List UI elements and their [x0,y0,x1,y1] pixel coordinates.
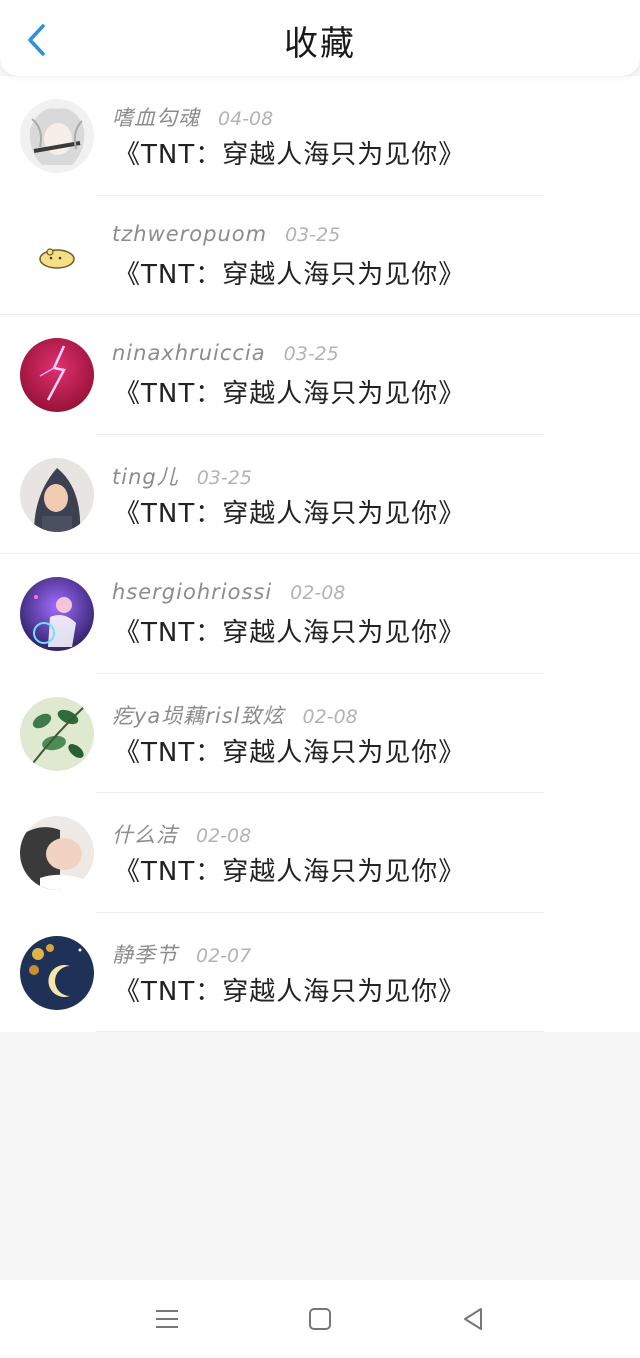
divider [96,1031,544,1032]
avatar [20,99,94,173]
date-label: 03-25 [285,223,341,246]
username: hsergiohriossi [112,580,273,604]
date-label: 02-08 [302,705,358,728]
favorite-item[interactable]: 疙ya埙藕risl致炫 02-08 《TNT：穿越人海只为见你》 [0,674,640,793]
favorites-list: 嗜血勾魂 04-08 《TNT：穿越人海只为见你》 tzhweropuom 03… [0,76,640,1032]
song-title: 《TNT：穿越人海只为见你》 [114,498,466,529]
home-button[interactable] [305,1304,335,1334]
back-nav-button[interactable] [458,1304,488,1334]
top-bar: 收藏 [0,0,640,76]
username: 嗜血勾魂 [112,106,200,130]
date-label: 04-08 [218,108,274,130]
favorite-item[interactable]: hsergiohriossi 02-08 《TNT：穿越人海只为见你》 [0,554,640,674]
username: ting儿 [112,464,179,489]
favorite-item[interactable]: ninaxhruiccia 03-25 《TNT：穿越人海只为见你》 [0,315,640,435]
date-label: 03-25 [196,466,252,489]
avatar [20,696,94,771]
date-label: 02-08 [196,825,252,847]
username: 什么洁 [112,823,178,847]
username: tzhweropuom [112,221,268,246]
date-label: 03-25 [283,343,339,365]
favorite-item[interactable]: 嗜血勾魂 04-08 《TNT：穿越人海只为见你》 [0,76,640,196]
song-title: 《TNT：穿越人海只为见你》 [114,618,466,648]
avatar [20,218,94,293]
song-title: 《TNT：穿越人海只为见你》 [114,857,466,887]
song-title: 《TNT：穿越人海只为见你》 [114,259,466,290]
avatar [20,457,94,532]
date-label: 02-08 [290,582,346,604]
menu-button[interactable] [152,1304,182,1334]
username: 疙ya埙藕risl致炫 [112,703,285,728]
username: ninaxhruiccia [112,341,266,365]
page-title: 收藏 [284,24,356,64]
avatar [20,816,94,890]
home-square-icon [309,1308,331,1330]
favorite-item[interactable]: ting儿 03-25 《TNT：穿越人海只为见你》 [0,435,640,554]
system-nav-bar [0,1280,640,1358]
avatar [20,935,94,1010]
favorite-item[interactable]: tzhweropuom 03-25 《TNT：穿越人海只为见你》 [0,196,640,315]
menu-icon [156,1310,178,1328]
avatar [20,577,94,651]
song-title: 《TNT：穿越人海只为见你》 [114,379,466,409]
back-triangle-icon [464,1308,482,1330]
username: 静季节 [112,942,178,967]
song-title: 《TNT：穿越人海只为见你》 [114,140,466,170]
date-label: 02-07 [196,944,252,967]
song-title: 《TNT：穿越人海只为见你》 [114,976,466,1007]
favorite-item[interactable]: 静季节 02-07 《TNT：穿越人海只为见你》 [0,913,640,1032]
avatar [20,338,94,412]
favorite-item[interactable]: 什么洁 02-08 《TNT：穿越人海只为见你》 [0,793,640,913]
song-title: 《TNT：穿越人海只为见你》 [114,737,466,768]
